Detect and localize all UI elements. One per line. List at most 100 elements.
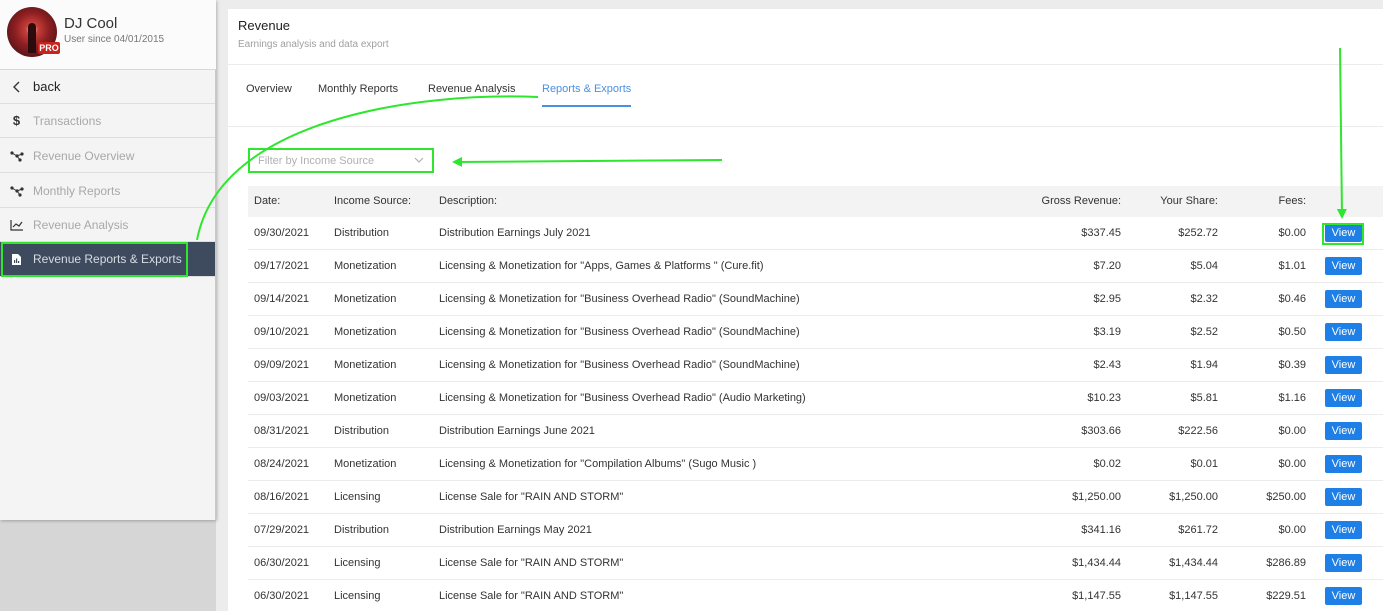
view-button[interactable]: View [1325, 323, 1362, 341]
column-header-description: Description: [439, 195, 498, 207]
cell-description: Distribution Earnings June 2021 [439, 425, 595, 437]
cell-date: 09/10/2021 [254, 326, 310, 338]
sidebar-item-label: Monthly Reports [33, 183, 121, 198]
table-row: 09/30/2021 Distribution Distribution Earni… [248, 217, 1383, 250]
column-header-your-share: Your Share: [1160, 195, 1218, 207]
table-row: 06/30/2021 Licensing License Sale for "RAI… [248, 580, 1383, 611]
view-button[interactable]: View [1325, 389, 1362, 407]
sidebar-item-revenue-analysis[interactable]: Revenue Analysis [0, 208, 215, 242]
cell-your-share: $2.32 [1190, 293, 1218, 305]
cell-your-share: $1,434.44 [1169, 557, 1218, 569]
sidebar-item-transactions[interactable]: $ Transactions [0, 104, 215, 138]
sidebar-item-monthly-reports[interactable]: Monthly Reports [0, 174, 215, 208]
view-button[interactable]: View [1325, 356, 1362, 374]
table-row: 09/09/2021 Monetization Licensing & Moneti… [248, 349, 1383, 382]
cell-fees: $0.00 [1278, 227, 1306, 239]
sidebar-item-revenue-overview[interactable]: Revenue Overview [0, 139, 215, 173]
cell-date: 09/09/2021 [254, 359, 310, 371]
cell-fees: $0.00 [1278, 458, 1306, 470]
cell-income-source: Monetization [334, 359, 397, 371]
tab-overview[interactable]: Overview [246, 83, 292, 105]
cell-fees: $250.00 [1266, 491, 1306, 503]
pro-badge: PRO [38, 42, 60, 54]
table-row: 07/29/2021 Distribution Distribution Earni… [248, 514, 1383, 547]
cell-fees: $0.00 [1278, 425, 1306, 437]
cell-fees: $0.39 [1278, 359, 1306, 371]
cell-income-source: Monetization [334, 458, 397, 470]
cell-gross-revenue: $303.66 [1081, 425, 1121, 437]
cell-income-source: Monetization [334, 326, 397, 338]
cell-date: 08/24/2021 [254, 458, 310, 470]
table-row: 08/24/2021 Monetization Licensing & Moneti… [248, 448, 1383, 481]
cell-gross-revenue: $3.19 [1093, 326, 1121, 338]
cell-your-share: $261.72 [1178, 524, 1218, 536]
annotation-highlight-view [1322, 223, 1364, 245]
cell-description: Licensing & Monetization for "Apps, Game… [439, 260, 764, 272]
view-button[interactable]: View [1325, 587, 1362, 605]
view-button[interactable]: View [1325, 290, 1362, 308]
column-header-date: Date: [254, 195, 281, 207]
table-row: 09/10/2021 Monetization Licensing & Moneti… [248, 316, 1383, 349]
view-button[interactable]: View [1325, 455, 1362, 473]
table-row: 09/03/2021 Monetization Licensing & Moneti… [248, 382, 1383, 415]
cell-income-source: Distribution [334, 524, 390, 536]
cell-description: Distribution Earnings May 2021 [439, 524, 592, 536]
tab-reports-exports[interactable]: Reports & Exports [542, 83, 632, 107]
cell-your-share: $1.94 [1190, 359, 1218, 371]
user-name: DJ Cool [64, 15, 118, 32]
view-button[interactable]: View [1325, 554, 1362, 572]
cell-income-source: Licensing [334, 557, 381, 569]
cell-fees: $286.89 [1266, 557, 1306, 569]
cell-description: Licensing & Monetization for "Business O… [439, 326, 800, 338]
column-header-income-source: Income Source: [334, 195, 412, 207]
tab-revenue-analysis[interactable]: Revenue Analysis [428, 83, 515, 105]
cell-gross-revenue: $2.43 [1093, 359, 1121, 371]
cell-gross-revenue: $0.02 [1093, 458, 1121, 470]
table-row: 09/14/2021 Monetization Licensing & Moneti… [248, 283, 1383, 316]
table-row: 06/30/2021 Licensing License Sale for "RAI… [248, 547, 1383, 580]
cell-description: Licensing & Monetization for "Business O… [439, 293, 800, 305]
cell-your-share: $1,147.55 [1169, 590, 1218, 602]
user-since: User since 04/01/2015 [64, 34, 165, 45]
cell-date: 09/17/2021 [254, 260, 310, 272]
cell-income-source: Distribution [334, 425, 390, 437]
table-row: 09/17/2021 Monetization Licensing & Moneti… [248, 250, 1383, 283]
cell-date: 06/30/2021 [254, 590, 310, 602]
sidebar-item-label: back [33, 79, 61, 94]
cell-description: License Sale for "RAIN AND STORM" [439, 557, 624, 569]
cell-description: Distribution Earnings July 2021 [439, 227, 591, 239]
view-button[interactable]: View [1325, 422, 1362, 440]
cell-fees: $0.00 [1278, 524, 1306, 536]
cell-your-share: $2.52 [1190, 326, 1218, 338]
chevron-left-icon [0, 81, 33, 93]
cell-gross-revenue: $337.45 [1081, 227, 1121, 239]
cell-date: 06/30/2021 [254, 557, 310, 569]
cell-your-share: $252.72 [1178, 227, 1218, 239]
cell-date: 08/31/2021 [254, 425, 310, 437]
cell-gross-revenue: $1,434.44 [1072, 557, 1121, 569]
cell-income-source: Monetization [334, 293, 397, 305]
annotation-highlight-sidebar [1, 242, 188, 277]
cell-your-share: $5.04 [1190, 260, 1218, 272]
tab-monthly-reports[interactable]: Monthly Reports [318, 83, 398, 105]
view-button[interactable]: View [1325, 488, 1362, 506]
cell-gross-revenue: $341.16 [1081, 524, 1121, 536]
cell-gross-revenue: $7.20 [1093, 260, 1121, 272]
cell-your-share: $1,250.00 [1169, 491, 1218, 503]
cell-description: License Sale for "RAIN AND STORM" [439, 491, 624, 503]
cell-fees: $0.50 [1278, 326, 1306, 338]
cell-description: Licensing & Monetization for "Compilatio… [439, 458, 757, 470]
cell-gross-revenue: $2.95 [1093, 293, 1121, 305]
main-content: Revenue Earnings analysis and data expor… [228, 9, 1383, 611]
cell-income-source: Monetization [334, 392, 397, 404]
network-icon [0, 150, 33, 162]
view-button[interactable]: View [1325, 521, 1362, 539]
cell-gross-revenue: $1,250.00 [1072, 491, 1121, 503]
page-title: Revenue [238, 18, 291, 33]
cell-fees: $0.46 [1278, 293, 1306, 305]
cell-your-share: $222.56 [1178, 425, 1218, 437]
table-row: 08/31/2021 Distribution Distribution Earni… [248, 415, 1383, 448]
view-button[interactable]: View [1325, 257, 1362, 275]
sidebar-item-back[interactable]: back [0, 70, 215, 104]
cell-income-source: Distribution [334, 227, 390, 239]
